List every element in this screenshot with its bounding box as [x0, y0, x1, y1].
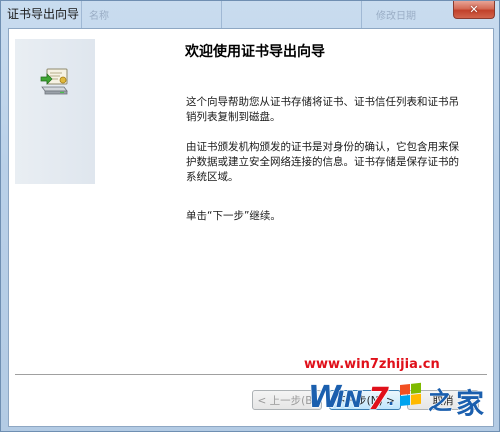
wizard-window: 名称 修改日期 证书导出向导 ✕ 欢迎使用证书导出向导 这个向导帮助您从证书存储…: [0, 0, 500, 432]
certificate-export-icon: [40, 68, 68, 95]
title-bar[interactable]: 证书导出向导 ✕: [1, 1, 500, 27]
wizard-heading: 欢迎使用证书导出向导: [185, 44, 325, 60]
svg-text:之: 之: [428, 387, 452, 415]
close-button[interactable]: ✕: [453, 1, 495, 19]
win7-logo-watermark: W IN 7 . 之 家: [307, 379, 484, 420]
wizard-side-panel: [15, 39, 95, 184]
svg-text:.: .: [388, 390, 394, 409]
svg-text:7: 7: [368, 382, 389, 417]
svg-text:IN: IN: [336, 388, 363, 413]
wizard-description-text: 由证书颁发机构颁发的证书是对身份的确认，它包含用来保护数据或建立安全网络连接的信…: [186, 141, 459, 183]
close-icon: ✕: [469, 3, 479, 16]
wizard-continue-instruction: 单击“下一步”继续。: [186, 210, 281, 222]
watermark-url: www.win7zhijia.cn: [304, 357, 440, 372]
wizard-intro-text: 这个向导帮助您从证书存储将证书、证书信任列表和证书吊销列表复制到磁盘。: [186, 96, 459, 123]
window-title: 证书导出向导: [7, 7, 80, 21]
svg-text:家: 家: [456, 387, 484, 420]
